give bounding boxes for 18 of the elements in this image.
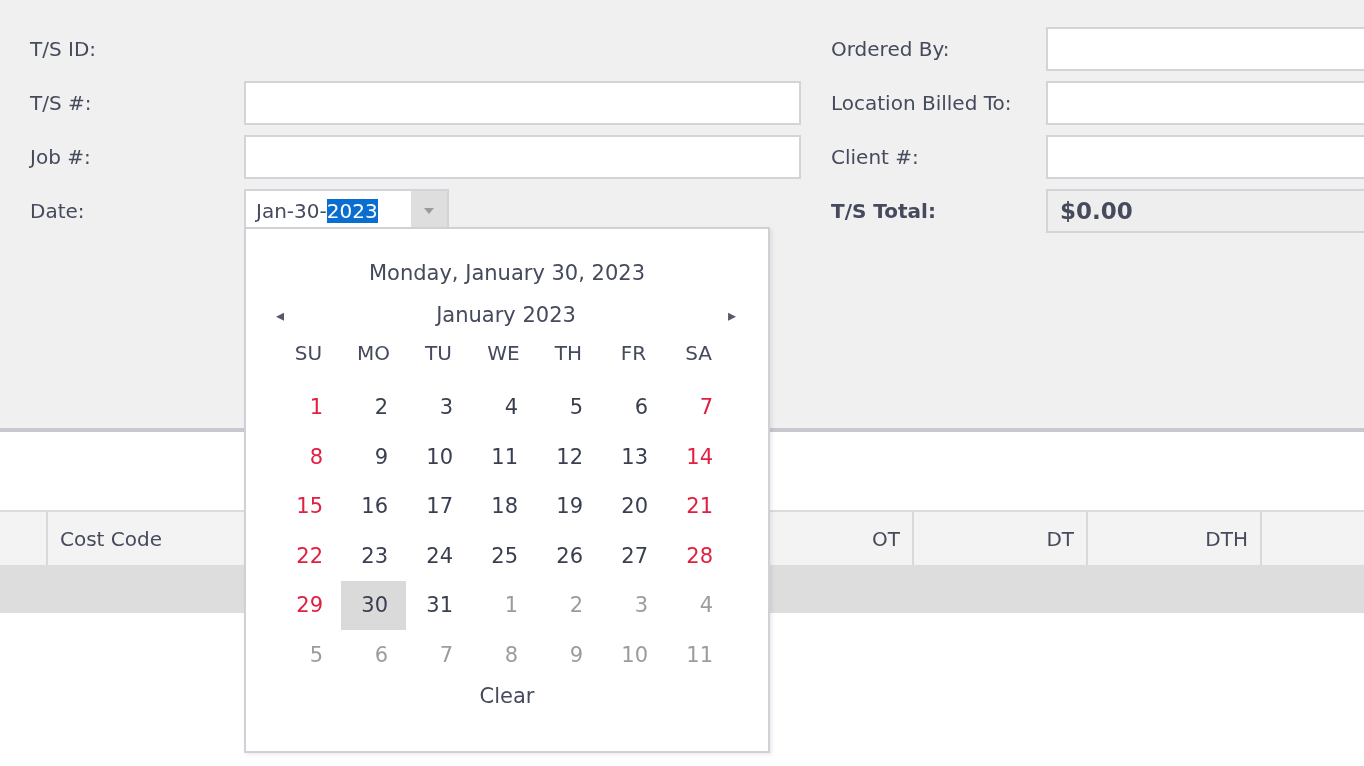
- weekday-label: SA: [684, 340, 713, 367]
- weekday-label: FR: [619, 340, 648, 367]
- total-field: $0.00: [1046, 189, 1364, 233]
- field-label: T/S ID:: [30, 37, 98, 61]
- selected-date-text: Monday, January 30, 2023: [367, 261, 647, 285]
- weekday-label: MO: [356, 340, 391, 367]
- field-label: Location Billed To:: [831, 91, 1013, 115]
- month-title: January 2023: [436, 303, 576, 327]
- weekday-label: SU: [293, 340, 324, 367]
- field-label: Client #:: [831, 145, 920, 169]
- weekday-label: TU: [424, 340, 453, 367]
- field-label: Job #:: [30, 145, 92, 169]
- weekday-label: TH: [553, 340, 584, 367]
- field-label: Date:: [30, 199, 86, 223]
- field-label: T/S Total:: [831, 199, 937, 223]
- field-label: Ordered By:: [831, 37, 951, 61]
- weekday-label: WE: [486, 340, 521, 367]
- field-label: T/S #:: [30, 91, 93, 115]
